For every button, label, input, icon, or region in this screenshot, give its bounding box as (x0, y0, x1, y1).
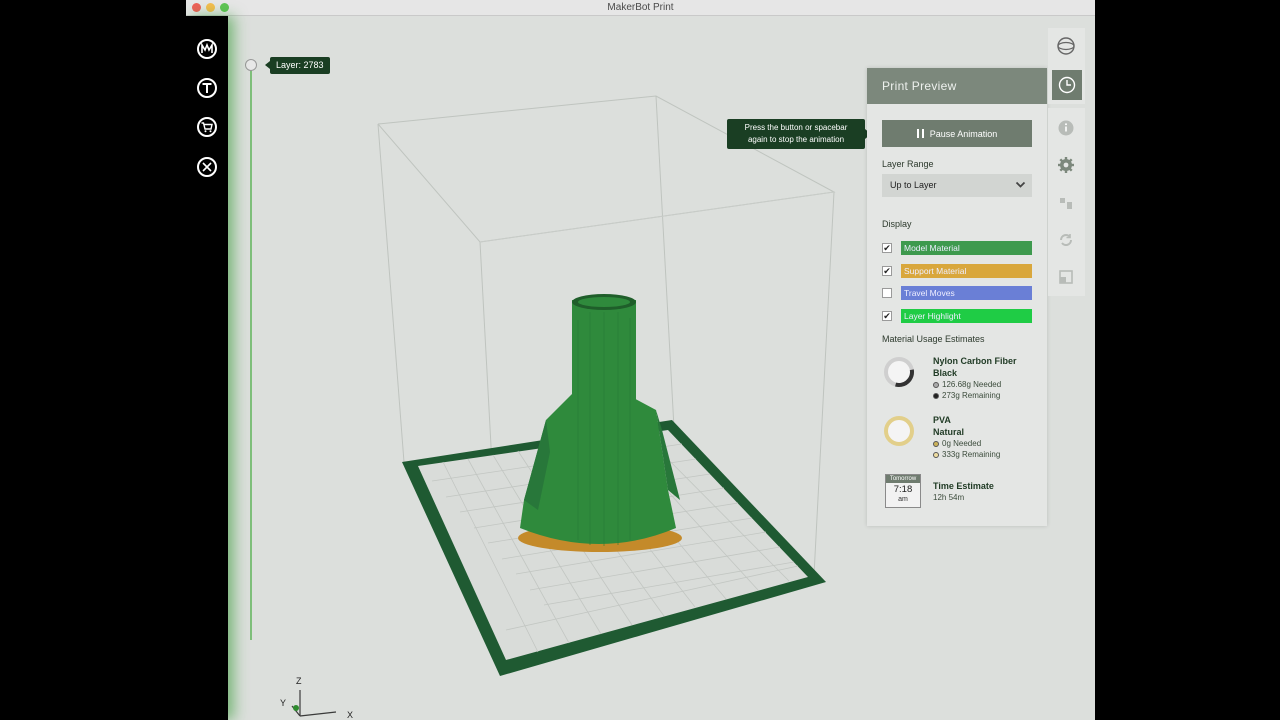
makerbot-print-window: MakerBot Print Z Y X Layer: 2783 Press t… (186, 0, 1095, 720)
support-material-checkbox[interactable]: ✔ (882, 266, 892, 276)
view-mode-toolbar (1048, 28, 1085, 104)
layer-indicator-tag: Layer: 2783 (265, 57, 330, 74)
display-item-travel-moves[interactable]: Travel Moves (882, 286, 1032, 300)
axis-indicator (291, 690, 337, 717)
utilities-icon[interactable] (196, 156, 218, 178)
material-name: PVA Natural (933, 415, 965, 437)
arrange-icon[interactable] (1055, 192, 1077, 214)
print-preview-panel: Print Preview Pause Animation Layer Rang… (867, 68, 1047, 526)
layer-range-label: Layer Range (882, 159, 934, 169)
print-preview-icon[interactable] (1052, 70, 1082, 100)
material-usage-ring-icon (884, 416, 914, 446)
display-item-model-material[interactable]: ✔ Model Material (882, 241, 1032, 255)
left-navigation-bar (186, 16, 228, 720)
material-usage-ring-icon (884, 357, 914, 387)
material-nylon-carbon-fiber: Nylon Carbon Fiber Black 126.68g Needed … (882, 355, 1032, 403)
axis-label-x: X (347, 710, 354, 720)
panel-title: Print Preview (867, 68, 1047, 104)
material-needed: 126.68g Needed (933, 380, 1001, 389)
makerbot-logo-icon[interactable] (196, 38, 218, 60)
time-estimate-label: Time Estimate (933, 481, 994, 491)
time-estimate-value: 12h 54m (933, 493, 965, 502)
pause-icon (916, 129, 924, 138)
model-material-checkbox[interactable]: ✔ (882, 243, 892, 253)
material-name: Nylon Carbon Fiber Black (933, 356, 1017, 378)
material-remaining: 273g Remaining (933, 391, 1000, 400)
material-remaining: 333g Remaining (933, 450, 1000, 459)
view-orbit-icon[interactable] (1055, 35, 1077, 57)
axis-label-y: Y (280, 698, 287, 708)
store-cart-icon[interactable] (196, 116, 218, 138)
layer-range-dropdown[interactable]: Up to Layer (882, 174, 1032, 197)
model-tools-toolbar (1048, 108, 1085, 296)
display-label: Display (882, 219, 912, 229)
rotate-icon[interactable] (1055, 229, 1077, 251)
settings-gear-icon[interactable] (1055, 154, 1077, 176)
calendar-icon: Tomorrow 7:18 am (885, 474, 921, 508)
info-icon[interactable] (1055, 117, 1077, 139)
display-item-layer-highlight[interactable]: ✔ Layer Highlight (882, 309, 1032, 323)
layer-slider-track[interactable] (250, 66, 252, 640)
material-usage-label: Material Usage Estimates (882, 334, 985, 344)
material-needed: 0g Needed (933, 439, 981, 448)
print-model[interactable] (518, 294, 682, 552)
thingiverse-icon[interactable] (196, 77, 218, 99)
layer-slider-handle[interactable] (245, 59, 257, 71)
layer-highlight-checkbox[interactable]: ✔ (882, 311, 892, 321)
scale-icon[interactable] (1055, 266, 1077, 288)
travel-moves-checkbox[interactable] (882, 288, 892, 298)
chevron-down-icon (1015, 181, 1026, 188)
material-pva: PVA Natural 0g Needed 333g Remaining (882, 414, 1032, 462)
animation-hint-tooltip: Press the button or spacebar again to st… (727, 119, 871, 149)
display-item-support-material[interactable]: ✔ Support Material (882, 264, 1032, 278)
axis-label-z: Z (296, 676, 302, 686)
pause-animation-button[interactable]: Pause Animation (882, 120, 1032, 147)
